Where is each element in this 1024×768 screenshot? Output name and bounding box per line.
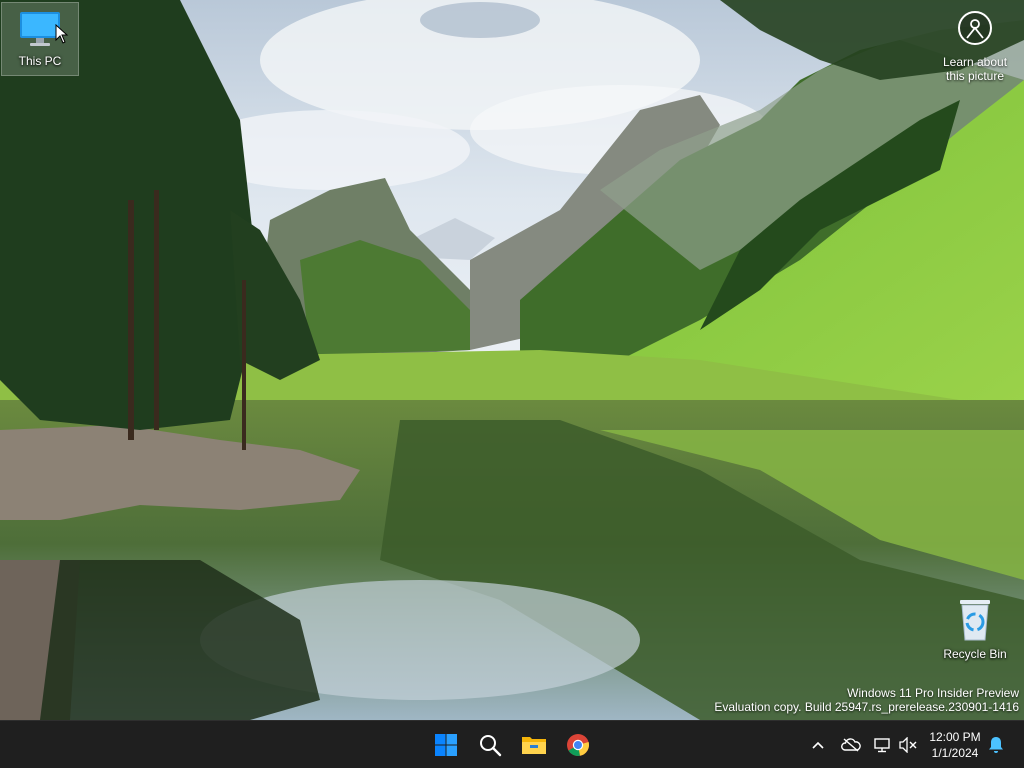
folder-icon [522,737,546,754]
notification-bell-icon [989,737,1003,753]
onedrive-offline-icon [841,738,861,752]
desktop-wallpaper [0,0,1024,720]
chevron-up-icon [812,741,824,749]
network-button[interactable] [870,733,894,757]
watermark-line2: Evaluation copy. Build 25947.rs_prerelea… [714,700,1019,714]
clock-button[interactable]: 12:00 PM 1/1/2024 [922,729,988,761]
learn-about-picture-button[interactable]: Learn about this picture [936,10,1014,83]
desktop-icon-recycle-bin[interactable]: Recycle Bin [936,596,1014,661]
notifications-button[interactable] [984,733,1008,757]
onedrive-button[interactable] [839,733,863,757]
show-hidden-icons-button[interactable] [806,733,830,757]
network-icon [874,738,890,753]
search-button[interactable] [472,727,508,763]
recycle-bin-icon [960,600,990,641]
clock-time: 12:00 PM [929,730,981,744]
windows-logo-icon [435,734,457,756]
camera-circle-icon [958,11,992,45]
taskbar: 12:00 PM 1/1/2024 [0,720,1024,768]
volume-button[interactable] [896,733,920,757]
learn-about-line1: Learn about [942,55,1008,69]
clock-date: 1/1/2024 [931,746,979,760]
chrome-button[interactable] [560,727,596,763]
volume-muted-icon [899,737,917,753]
learn-about-line2: this picture [945,69,1005,83]
this-pc-label: This PC [18,54,62,68]
mouse-cursor-icon [55,24,69,44]
chrome-icon [567,734,590,756]
start-button[interactable] [428,727,464,763]
evaluation-watermark: Windows 11 Pro Insider Preview Evaluatio… [714,686,1019,714]
file-explorer-button[interactable] [516,727,552,763]
recycle-bin-label: Recycle Bin [943,647,1007,661]
search-icon [480,735,502,757]
watermark-line1: Windows 11 Pro Insider Preview [847,686,1019,700]
